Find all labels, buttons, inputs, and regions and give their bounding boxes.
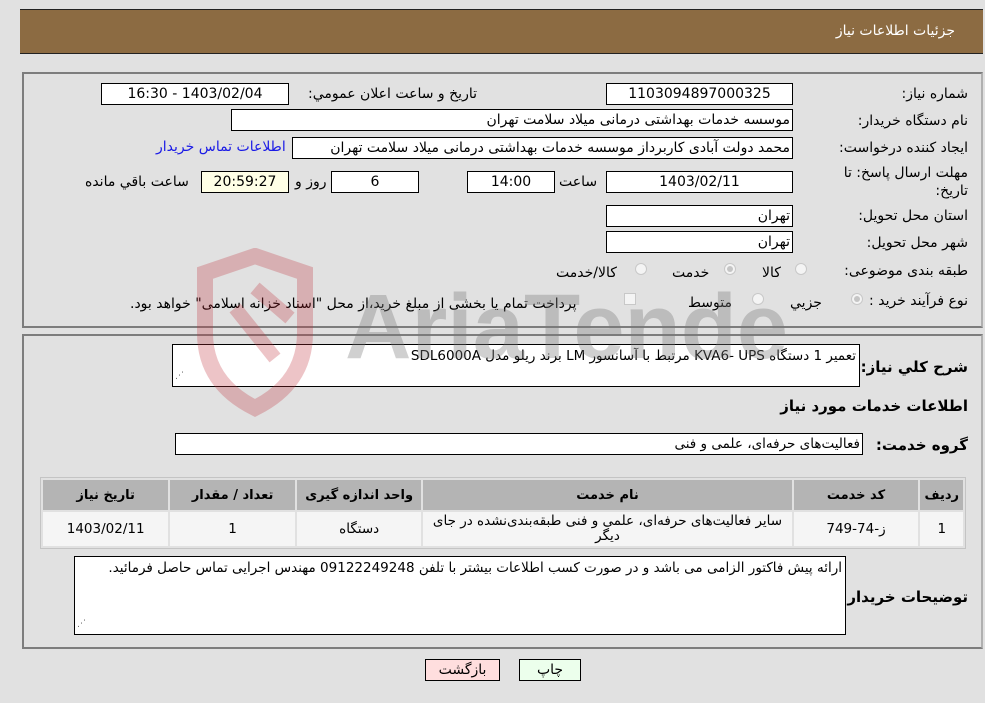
city-field: تهران bbox=[606, 231, 793, 253]
need-number-field: 1103094897000325 bbox=[606, 83, 793, 105]
announce-datetime-field: 1403/02/04 - 16:30 bbox=[101, 83, 289, 105]
summary-textarea[interactable]: تعمیر 1 دستگاه KVA6- UPS مرتبط با آسانسو… bbox=[172, 344, 860, 387]
col-service-code: کد خدمت bbox=[793, 480, 919, 510]
city-label: شهر محل تحويل: bbox=[866, 235, 968, 251]
purchase-type-option-medium: متوسط bbox=[688, 295, 732, 311]
deadline-date-field: 1403/02/11 bbox=[606, 171, 793, 193]
cell-need-date: 1403/02/11 bbox=[43, 512, 169, 546]
col-service-name: نام خدمت bbox=[423, 480, 792, 510]
summary-text: تعمیر 1 دستگاه KVA6- UPS مرتبط با آسانسو… bbox=[410, 348, 856, 364]
buyer-org-label: نام دستگاه خريدار: bbox=[857, 113, 968, 129]
service-group-label: گروه خدمت: bbox=[875, 436, 968, 454]
print-button[interactable]: چاپ bbox=[519, 659, 581, 681]
announce-datetime-label: تاریخ و ساعت اعلان عمومي: bbox=[308, 86, 477, 102]
cell-quantity: 1 bbox=[170, 512, 295, 546]
category-option-service: خدمت bbox=[672, 265, 710, 281]
page-title: جزئیات اطلاعات نیاز bbox=[835, 23, 955, 39]
page-header: جزئیات اطلاعات نیاز bbox=[20, 9, 983, 54]
category-option-goods: کالا bbox=[762, 265, 781, 281]
purchase-type-radio-medium[interactable] bbox=[752, 293, 764, 305]
days-label: روز و bbox=[295, 174, 327, 190]
cell-unit: دستگاه bbox=[296, 512, 422, 546]
treasury-checkbox[interactable] bbox=[624, 293, 636, 305]
requester-field: محمد دولت آبادی کاربرداز موسسه خدمات بهد… bbox=[292, 137, 793, 159]
deadline-time-label: ساعت bbox=[559, 174, 598, 190]
category-radio-service[interactable] bbox=[724, 263, 736, 275]
buyer-notes-textarea[interactable]: ارائه پیش فاکتور الزامی می باشد و در صور… bbox=[74, 556, 846, 635]
deadline-time-field: 14:00 bbox=[467, 171, 555, 193]
remaining-time-label: ساعت باقي مانده bbox=[85, 174, 189, 190]
buyer-contact-link[interactable]: اطلاعات تماس خريدار bbox=[156, 139, 286, 155]
col-need-date: تاريخ نياز bbox=[43, 480, 169, 510]
category-radio-goods-service[interactable] bbox=[635, 263, 647, 275]
need-number-label: شماره نیاز: bbox=[901, 86, 969, 102]
col-row-number: رديف bbox=[920, 480, 963, 510]
summary-label: شرح کلي نياز: bbox=[860, 358, 968, 376]
col-quantity: تعداد / مقدار bbox=[170, 480, 295, 510]
resize-grip-icon[interactable]: ⋰ bbox=[175, 367, 184, 385]
purchase-type-option-minor: جزيي bbox=[790, 295, 822, 311]
requester-label: ايجاد کننده درخواست: bbox=[839, 140, 968, 156]
purchase-type-label: نوع فرآيند خريد : bbox=[869, 293, 968, 309]
buyer-notes-text: ارائه پیش فاکتور الزامی می باشد و در صور… bbox=[108, 560, 842, 576]
purchase-type-radio-minor[interactable] bbox=[851, 293, 863, 305]
resize-grip-icon[interactable]: ⋰ bbox=[77, 615, 86, 633]
table-header-row: رديف کد خدمت نام خدمت واحد اندازه گيری ت… bbox=[43, 480, 963, 510]
buyer-notes-label: توضيحات خريدار: bbox=[841, 588, 968, 606]
cell-service-code: ز-74-749 bbox=[793, 512, 919, 546]
province-field: تهران bbox=[606, 205, 793, 227]
category-option-goods-service: کالا/خدمت bbox=[556, 265, 617, 281]
deadline-label: مهلت ارسال پاسخ: تا تاریخ: bbox=[843, 165, 968, 199]
services-section-title: اطلاعات خدمات مورد نياز bbox=[780, 397, 968, 415]
col-unit: واحد اندازه گيری bbox=[296, 480, 422, 510]
service-group-field: فعالیت‌های حرفه‌ای، علمی و فنی bbox=[175, 433, 863, 455]
buyer-org-field: موسسه خدمات بهداشتی درمانی میلاد سلامت ت… bbox=[231, 109, 793, 131]
treasury-checkbox-label: پرداخت تمام يا بخشی از مبلغ خريد،از محل … bbox=[130, 296, 577, 312]
table-row: 1 ز-74-749 سایر فعالیت‌های حرفه‌ای، علمی… bbox=[43, 512, 963, 546]
province-label: استان محل تحويل: bbox=[858, 208, 968, 224]
services-table: رديف کد خدمت نام خدمت واحد اندازه گيری ت… bbox=[40, 477, 966, 549]
category-radio-goods[interactable] bbox=[795, 263, 807, 275]
remaining-time-field: 20:59:27 bbox=[201, 171, 289, 193]
cell-service-name: سایر فعالیت‌های حرفه‌ای، علمی و فنی طبقه… bbox=[423, 512, 792, 546]
remaining-days-field: 6 bbox=[331, 171, 419, 193]
back-button[interactable]: بازگشت bbox=[425, 659, 500, 681]
category-label: طبقه بندی موضوعی: bbox=[844, 263, 968, 279]
cell-row-number: 1 bbox=[920, 512, 963, 546]
